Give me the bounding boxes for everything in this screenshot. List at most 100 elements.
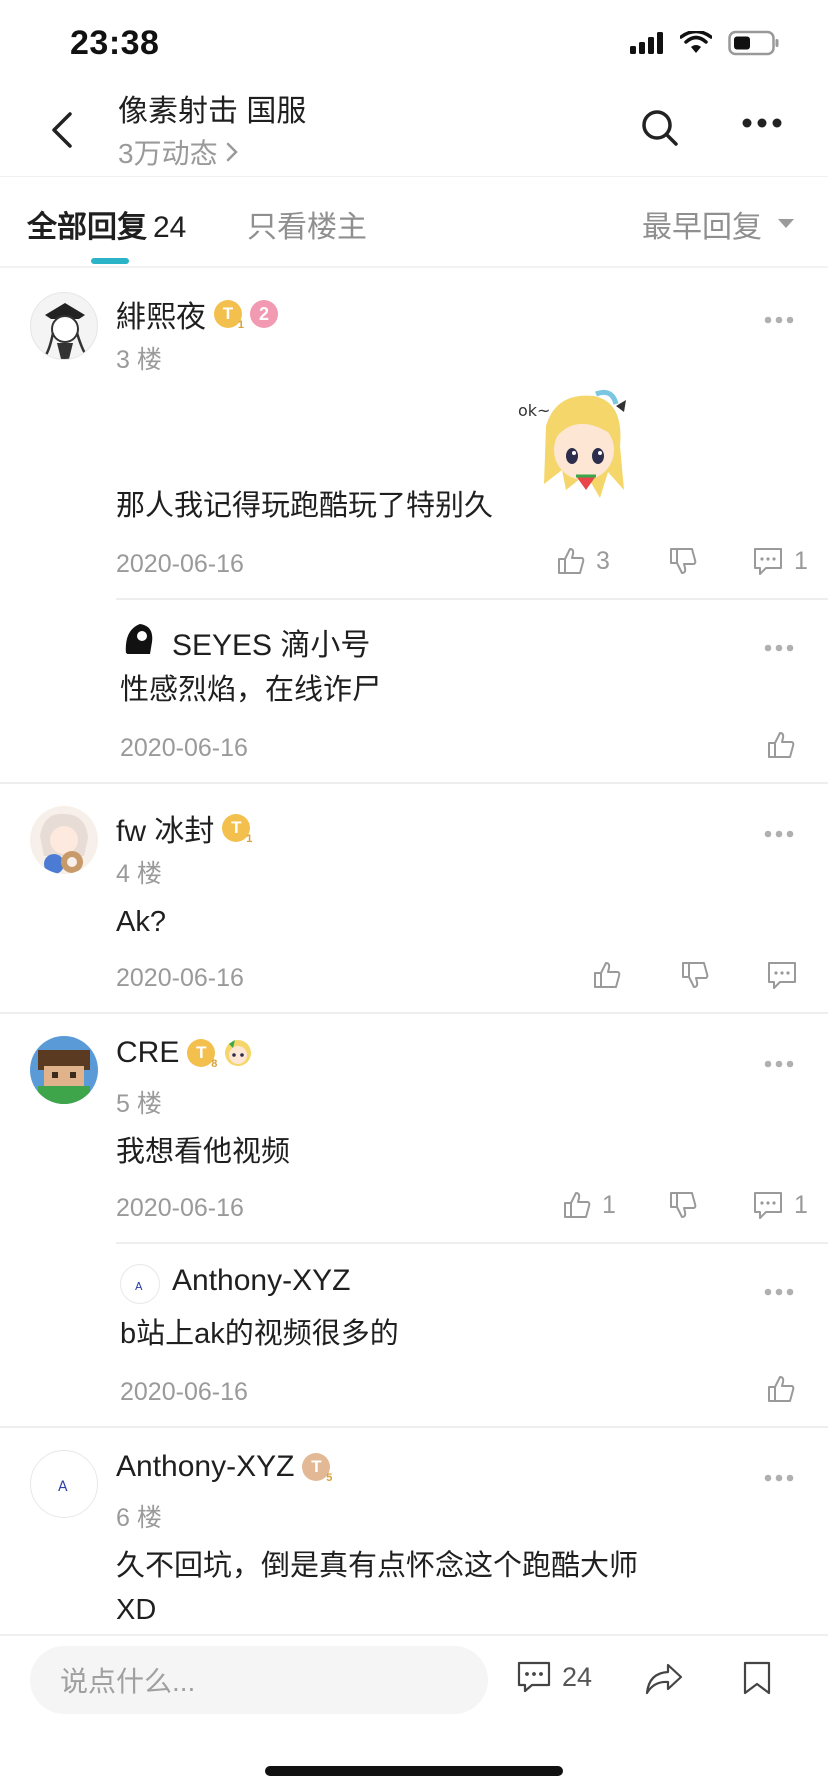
comment-date: 2020-06-16 [116,964,244,992]
reply-count: 1 [794,1190,808,1219]
comments-button[interactable]: 24 [516,1660,592,1694]
avatar[interactable] [30,292,98,360]
author-name: 緋熙夜 [116,301,206,334]
svg-text:ok~: ok~ [518,401,550,420]
dislike-icon [682,962,709,988]
floor-number: 3 楼 [116,346,162,374]
comment-icon [517,1661,551,1693]
comment-date: 2020-06-16 [116,550,244,578]
divider [116,598,828,600]
chevron-right-icon [226,142,238,162]
comment-date: 2020-06-16 [116,1194,244,1222]
reply-count: 1 [794,546,808,575]
tab-owner-only[interactable]: 只看楼主 [247,202,367,246]
dislike-button[interactable] [680,960,710,990]
comment-icon [754,1192,782,1219]
dislike-icon [670,1192,697,1218]
comment-text: XD [116,1594,157,1626]
reply-author[interactable]: SEYES 滴小号 [172,620,370,664]
sort-dropdown[interactable]: 最早回复 [642,202,794,246]
reply-button[interactable]: 1 [752,1190,808,1220]
comment-icon [754,548,782,575]
search-icon[interactable] [640,108,680,148]
comment-author[interactable]: 緋熙夜 T1 2 [116,292,278,336]
more-icon[interactable] [764,644,794,652]
comment-text: 我想看他视频 [116,1136,291,1168]
divider [116,1242,828,1244]
like-count: 1 [602,1190,616,1219]
reply-author[interactable]: Anthony-XYZ [172,1264,350,1298]
like-icon [594,962,621,988]
reply-button[interactable]: 1 [752,546,808,576]
comments-count: 24 [562,1661,593,1692]
avatar[interactable]: A [120,1264,160,1304]
status-time: 23:38 [70,24,160,62]
divider [0,782,828,784]
level-badge-icon: T5 [302,1453,332,1484]
reply-date: 2020-06-16 [120,734,248,762]
author-name: CRE [116,1036,180,1069]
status-icons [630,30,780,56]
comment-text: 久不回坑，倒是真有点怀念这个跑酷大师 [116,1550,639,1582]
divider [0,1426,828,1428]
dislike-button[interactable] [668,546,698,576]
reply-text: 性感烈焰，在线诈尸 [120,674,382,706]
comment-author[interactable]: CRE T8 [116,1036,253,1070]
floor-number: 6 楼 [116,1504,162,1532]
back-icon[interactable] [44,110,84,150]
battery-icon [728,30,779,56]
comment-text: Ak? [116,906,166,938]
level-badge-icon: T8 [187,1039,217,1070]
reply-button[interactable] [766,960,798,990]
like-button[interactable]: 3 [556,546,610,576]
more-icon[interactable] [764,316,794,324]
home-indicator [265,1766,563,1776]
like-count: 3 [596,546,610,575]
author-name: Anthony-XYZ [116,1450,295,1483]
dislike-button[interactable] [668,1190,698,1220]
like-button[interactable] [766,730,796,760]
like-button[interactable]: 1 [562,1190,616,1220]
comment-author[interactable]: fw 冰封 T1 [116,806,252,850]
level-badge-icon: T1 [214,300,244,331]
bookmark-icon[interactable] [742,1660,772,1696]
share-icon[interactable] [644,1662,684,1696]
caret-down-icon [778,219,794,228]
signal-icon [630,32,663,54]
floor-number: 4 楼 [116,860,162,888]
avatar[interactable] [120,620,158,658]
more-icon[interactable] [764,830,794,838]
like-button[interactable] [592,960,622,990]
avatar[interactable]: A [30,1450,98,1518]
comment-text: 那人我记得玩跑酷玩了特别久 [116,490,494,522]
author-name: Anthony-XYZ [172,1264,351,1297]
divider [0,176,828,177]
like-icon [564,1192,591,1218]
tab-all-replies[interactable]: 全部回复 24 [27,202,186,246]
svg-text:A: A [58,1479,68,1495]
comment-icon [768,962,796,989]
more-icon[interactable] [764,1474,794,1482]
like-icon [558,548,585,574]
avatar[interactable] [30,1036,98,1104]
reply-input[interactable]: 说点什么... [30,1646,488,1714]
author-name: SEYES 滴小号 [172,629,371,662]
more-icon[interactable] [742,118,782,128]
medal-badge-icon: 2 [250,300,278,328]
more-icon[interactable] [764,1060,794,1068]
wifi-icon [680,31,712,53]
reply-date: 2020-06-16 [120,1378,248,1406]
avatar[interactable] [30,806,98,874]
character-badge-icon [225,1040,252,1066]
tab-active-indicator [91,258,129,264]
divider [0,266,828,268]
more-icon[interactable] [764,1288,794,1296]
page-title: 像素射击 国服 [118,95,307,128]
reply-text: b站上ak的视频很多的 [120,1318,399,1350]
dislike-icon [670,548,697,574]
comment-author[interactable]: Anthony-XYZ T5 [116,1450,332,1484]
topic-stats-link[interactable]: 3万动态 [118,132,240,172]
like-button[interactable] [766,1374,796,1404]
divider [0,1012,828,1014]
svg-text:A: A [135,1280,143,1293]
